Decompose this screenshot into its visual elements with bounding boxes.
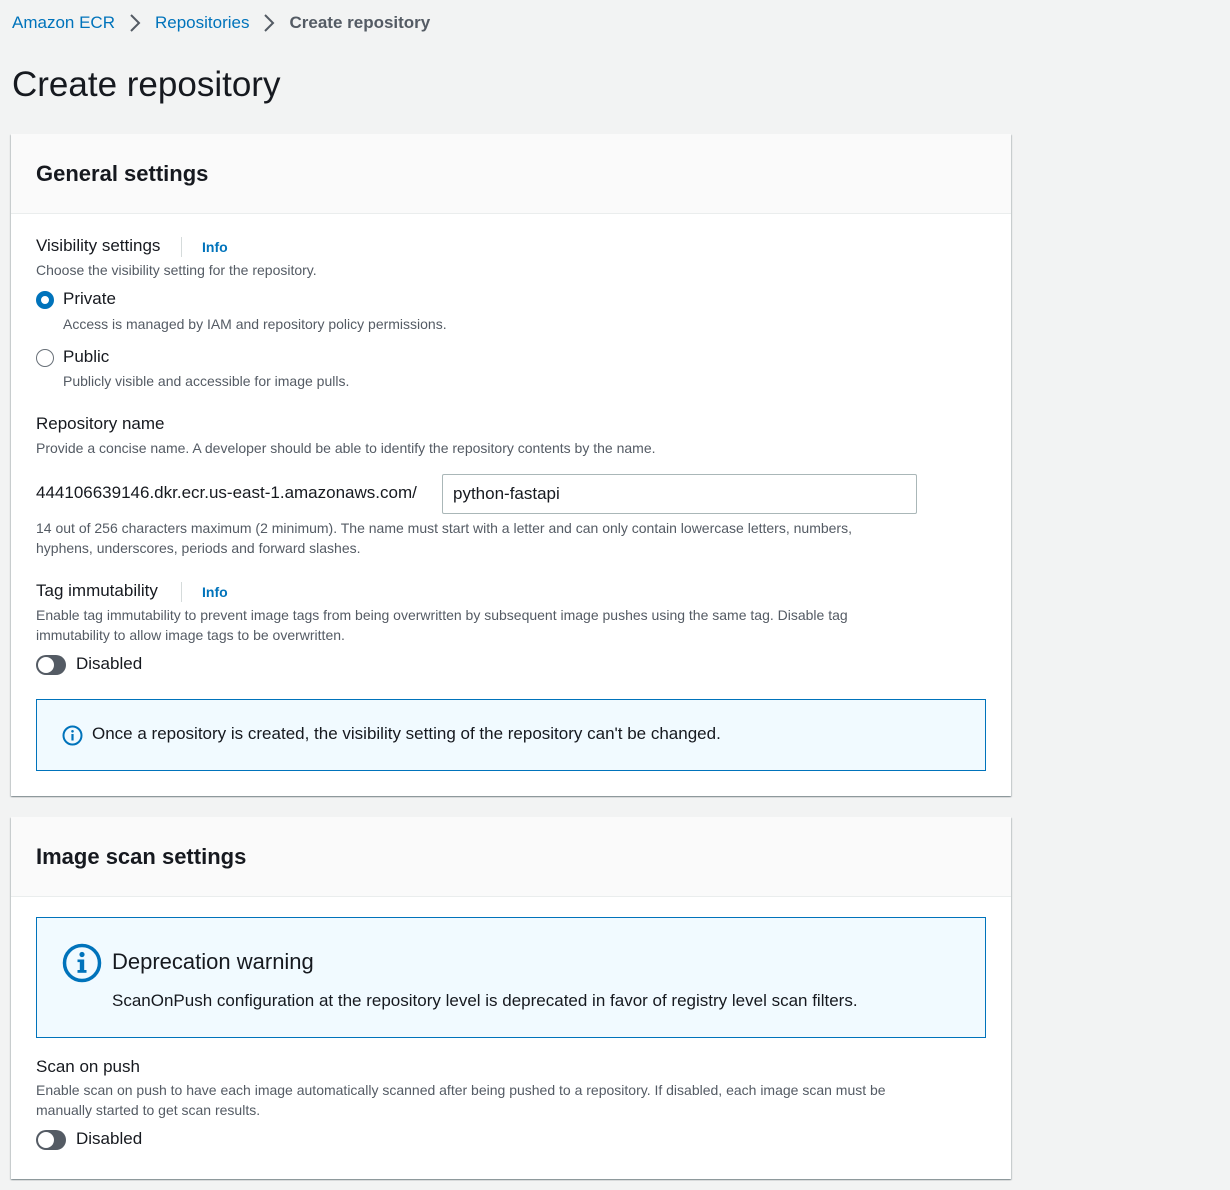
- divider: [181, 237, 182, 257]
- image-scan-settings-panel: Image scan settings Deprecation warning …: [11, 817, 1011, 1179]
- breadcrumb-amazon-ecr[interactable]: Amazon ECR: [12, 13, 115, 33]
- public-radio[interactable]: [36, 349, 54, 367]
- visibility-description: Choose the visibility setting for the re…: [36, 262, 317, 278]
- tag-immutability-info-link[interactable]: Info: [202, 584, 228, 600]
- scan-on-push-toggle-label: Disabled: [76, 1129, 143, 1148]
- divider: [181, 582, 182, 602]
- alert-text: Once a repository is created, the visibi…: [92, 724, 721, 743]
- visibility-label: Visibility settings: [36, 236, 161, 255]
- panel-title: General settings: [36, 160, 209, 186]
- repository-name-input[interactable]: [442, 474, 917, 514]
- tag-immutability-label: Tag immutability: [36, 581, 158, 600]
- tag-immutability-toggle[interactable]: [36, 655, 66, 675]
- chevron-right-icon: [249, 14, 289, 32]
- repository-uri-prefix: 444106639146.dkr.ecr.us-east-1.amazonaws…: [36, 483, 417, 502]
- repository-name-label: Repository name: [36, 414, 165, 433]
- tag-immutability-description: Enable tag immutability to prevent image…: [36, 605, 996, 645]
- toggle-knob: [38, 1132, 54, 1148]
- page-title: Create repository: [12, 65, 281, 104]
- description-line: manually started to get scan results.: [36, 1102, 261, 1118]
- breadcrumb-current: Create repository: [289, 13, 431, 32]
- repository-name-constraint: 14 out of 256 characters maximum (2 mini…: [36, 518, 996, 558]
- scan-on-push-label: Scan on push: [36, 1057, 140, 1076]
- visibility-info-alert: Once a repository is created, the visibi…: [36, 699, 986, 771]
- panel-header: Image scan settings: [11, 817, 1011, 897]
- chevron-right-icon: [115, 14, 155, 32]
- general-settings-panel: General settings Visibility settings Inf…: [11, 134, 1011, 796]
- info-icon: [62, 725, 83, 751]
- panel-title: Image scan settings: [36, 843, 247, 869]
- description-line: Enable tag immutability to prevent image…: [36, 607, 848, 623]
- constraint-line: 14 out of 256 characters maximum (2 mini…: [36, 520, 852, 536]
- panel-header: General settings: [11, 134, 1011, 214]
- toggle-knob: [38, 657, 54, 673]
- description-line: immutability to allow image tags to be o…: [36, 627, 345, 643]
- warning-text: ScanOnPush configuration at the reposito…: [112, 991, 858, 1010]
- breadcrumb-repositories[interactable]: Repositories: [155, 13, 250, 33]
- breadcrumb: Amazon ECR Repositories Create repositor…: [12, 12, 430, 34]
- deprecation-warning-alert: Deprecation warning ScanOnPush configura…: [36, 917, 986, 1038]
- scan-on-push-toggle[interactable]: [36, 1130, 66, 1150]
- warning-title: Deprecation warning: [112, 949, 314, 974]
- private-radio-description: Access is managed by IAM and repository …: [63, 316, 447, 332]
- public-radio-label[interactable]: Public: [63, 347, 109, 367]
- tag-immutability-toggle-label: Disabled: [76, 654, 143, 673]
- visibility-info-link[interactable]: Info: [202, 239, 228, 255]
- private-radio-label[interactable]: Private: [63, 289, 116, 309]
- info-icon: [62, 943, 102, 988]
- repository-name-description: Provide a concise name. A developer shou…: [36, 440, 656, 456]
- scan-on-push-description: Enable scan on push to have each image a…: [36, 1080, 996, 1120]
- constraint-line: hyphens, underscores, periods and forwar…: [36, 540, 361, 556]
- public-radio-description: Publicly visible and accessible for imag…: [63, 373, 350, 389]
- description-line: Enable scan on push to have each image a…: [36, 1082, 886, 1098]
- private-radio[interactable]: [36, 291, 54, 309]
